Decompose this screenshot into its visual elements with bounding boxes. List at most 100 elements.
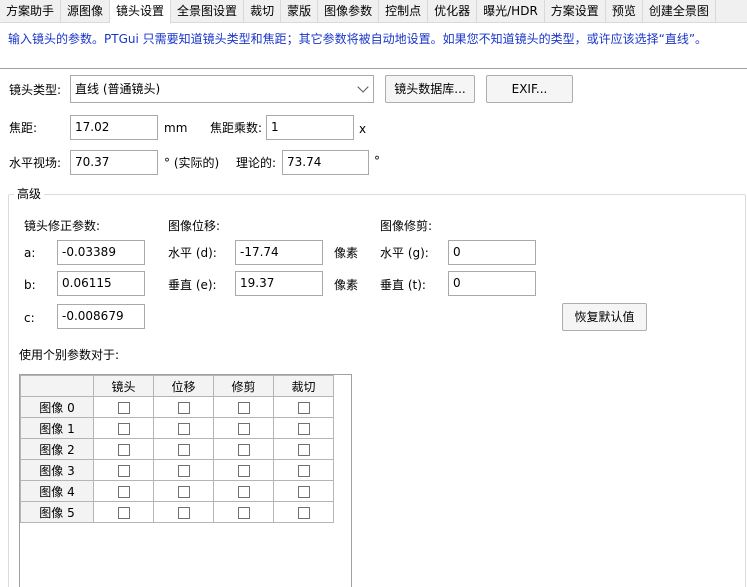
table-cell — [93, 501, 154, 523]
row-header[interactable]: 图像 0 — [20, 396, 94, 418]
table-row: 图像 1 — [20, 417, 334, 439]
divider — [0, 68, 747, 69]
row-header[interactable]: 图像 3 — [20, 459, 94, 481]
tab-5[interactable]: 蒙版 — [281, 0, 319, 23]
column-header[interactable]: 修剪 — [213, 375, 274, 397]
shift-h-label: 水平 (d): — [168, 246, 217, 260]
focal-multiplier-input[interactable]: 1 — [266, 115, 354, 140]
tab-bar: 方案助手 源图像 镜头设置 全景图设置 裁切 蒙版 图像参数 控制点 优化器 曝光/HDR 方案设置… — [0, 0, 747, 24]
param-checkbox[interactable] — [237, 401, 250, 414]
table-cell — [93, 438, 154, 460]
param-checkbox[interactable] — [237, 506, 250, 519]
column-header[interactable]: 裁切 — [273, 375, 334, 397]
table-cell — [273, 438, 334, 460]
param-checkbox[interactable] — [177, 506, 190, 519]
row-header[interactable]: 图像 4 — [20, 480, 94, 502]
param-a-label: a: — [24, 246, 36, 260]
tab-4[interactable]: 裁切 — [244, 0, 282, 23]
shear-v-input[interactable]: 0 — [448, 271, 536, 296]
row-header[interactable]: 图像 5 — [20, 501, 94, 523]
param-b-input[interactable]: 0.06115 — [57, 271, 145, 296]
param-checkbox[interactable] — [297, 485, 310, 498]
shear-h-input[interactable]: 0 — [448, 240, 536, 265]
focal-multiplier-label: 焦距乘数: — [210, 121, 263, 135]
table-corner — [20, 375, 94, 397]
tab-10[interactable]: 方案设置 — [545, 0, 606, 23]
table-cell — [213, 396, 274, 418]
hfov-label: 水平视场: — [9, 156, 62, 170]
param-checkbox[interactable] — [117, 485, 130, 498]
row-header[interactable]: 图像 2 — [20, 438, 94, 460]
shear-v-label: 垂直 (t): — [380, 278, 426, 292]
column-header[interactable]: 位移 — [153, 375, 214, 397]
param-checkbox[interactable] — [177, 464, 190, 477]
table-row: 图像 0 — [20, 396, 334, 418]
table-cell — [273, 480, 334, 502]
param-c-input[interactable]: -0.008679 — [57, 304, 145, 329]
table-cell — [153, 396, 214, 418]
focal-multiplier-unit: x — [359, 122, 367, 136]
param-checkbox[interactable] — [237, 443, 250, 456]
lens-database-button[interactable]: 镜头数据库... — [385, 75, 475, 103]
table-cell — [273, 396, 334, 418]
table-cell — [93, 396, 154, 418]
param-checkbox[interactable] — [297, 422, 310, 435]
tab-8[interactable]: 优化器 — [428, 0, 478, 23]
hfov-unit: ° (实际的) — [164, 156, 220, 170]
param-checkbox[interactable] — [117, 422, 130, 435]
tab-1[interactable]: 源图像 — [61, 0, 111, 23]
param-checkbox[interactable] — [297, 443, 310, 456]
exif-button[interactable]: EXIF... — [486, 75, 573, 103]
table-cell — [273, 501, 334, 523]
param-checkbox[interactable] — [297, 464, 310, 477]
row-header[interactable]: 图像 1 — [20, 417, 94, 439]
param-checkbox[interactable] — [117, 464, 130, 477]
param-checkbox[interactable] — [177, 485, 190, 498]
param-checkbox[interactable] — [117, 506, 130, 519]
table-row: 图像 4 — [20, 480, 334, 502]
column-header[interactable]: 镜头 — [93, 375, 154, 397]
param-checkbox[interactable] — [177, 401, 190, 414]
param-checkbox[interactable] — [177, 443, 190, 456]
param-checkbox[interactable] — [117, 401, 130, 414]
table-cell — [213, 459, 274, 481]
shift-v-label: 垂直 (e): — [168, 278, 217, 292]
table-row: 图像 2 — [20, 438, 334, 460]
shift-v-input[interactable]: 19.37 — [235, 271, 323, 296]
table-cell — [153, 480, 214, 502]
param-checkbox[interactable] — [177, 422, 190, 435]
table-cell — [273, 459, 334, 481]
table-cell — [213, 501, 274, 523]
advanced-group-title: 高级 — [14, 186, 45, 202]
tab-6[interactable]: 图像参数 — [318, 0, 380, 23]
tab-11[interactable]: 预览 — [606, 0, 643, 23]
shift-v-unit: 像素 — [334, 278, 359, 292]
param-checkbox[interactable] — [237, 422, 250, 435]
lens-type-select[interactable]: 直线 (普通镜头) — [70, 75, 374, 103]
table-cell — [93, 417, 154, 439]
param-checkbox[interactable] — [237, 485, 250, 498]
table-cell — [213, 417, 274, 439]
param-checkbox[interactable] — [237, 464, 250, 477]
reset-defaults-button[interactable]: 恢复默认值 — [562, 303, 647, 331]
tab-7[interactable]: 控制点 — [379, 0, 429, 23]
theoretical-input[interactable]: 73.74 — [282, 150, 369, 175]
table-cell — [273, 417, 334, 439]
tab-2[interactable]: 镜头设置 — [110, 0, 172, 24]
tab-3[interactable]: 全景图设置 — [171, 0, 245, 23]
param-checkbox[interactable] — [297, 506, 310, 519]
shift-h-input[interactable]: -17.74 — [235, 240, 323, 265]
tab-0[interactable]: 方案助手 — [0, 0, 62, 23]
hfov-input[interactable]: 70.37 — [70, 150, 158, 175]
param-c-label: c: — [24, 311, 35, 325]
param-checkbox[interactable] — [297, 401, 310, 414]
tab-9[interactable]: 曝光/HDR — [477, 0, 545, 23]
theoretical-unit: ° — [374, 154, 380, 168]
focal-length-input[interactable]: 17.02 — [70, 115, 158, 140]
table-cell — [153, 501, 214, 523]
param-checkbox[interactable] — [117, 443, 130, 456]
lens-type-value: 直线 (普通镜头) — [75, 82, 161, 96]
param-a-input[interactable]: -0.03389 — [57, 240, 145, 265]
table-row: 图像 3 — [20, 459, 334, 481]
tab-12[interactable]: 创建全景图 — [643, 0, 716, 23]
